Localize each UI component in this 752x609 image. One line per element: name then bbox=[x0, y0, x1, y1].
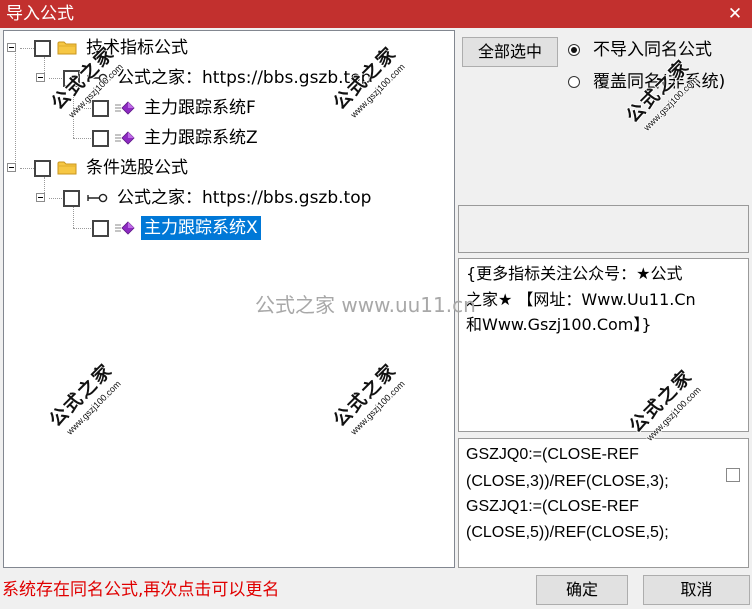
description-box[interactable]: {更多指标关注公众号：★公式 之家★ 【网址：Www.Uu11.Cn 和Www.… bbox=[458, 258, 749, 432]
tree-checkbox[interactable] bbox=[34, 160, 51, 177]
formula-tree[interactable]: 技术指标公式 公式之家：https://bbs.gszb.top 主力跟踪系统F bbox=[3, 30, 455, 568]
tree-checkbox[interactable] bbox=[92, 130, 109, 147]
close-icon[interactable]: ✕ bbox=[722, 2, 748, 26]
formula-icon bbox=[115, 131, 135, 145]
formula-code-box[interactable]: GSZJQ0:=(CLOSE-REF (CLOSE,3))/REF(CLOSE,… bbox=[458, 438, 749, 568]
code-line: (CLOSE,5))/REF(CLOSE,5); bbox=[466, 524, 669, 541]
radio-label[interactable]: 覆盖同名(非系统) bbox=[593, 71, 725, 93]
folder-icon bbox=[57, 41, 77, 55]
info-box bbox=[458, 205, 749, 253]
tree-node-label: 主力跟踪系统X bbox=[141, 216, 261, 240]
code-line: (CLOSE,3))/REF(CLOSE,3); bbox=[466, 473, 669, 490]
code-line: GSZJQ1:=(CLOSE-REF bbox=[466, 498, 639, 515]
tree-node-source[interactable]: 公式之家：https://bbs.gszb.top bbox=[4, 66, 450, 90]
description-line: 和Www.Gszj100.Com】} bbox=[466, 315, 652, 334]
code-line: GSZJQ0:=(CLOSE-REF bbox=[466, 446, 639, 463]
tree-node-formula[interactable]: 主力跟踪系统Z bbox=[4, 126, 450, 150]
tree-node-formula[interactable]: 主力跟踪系统X bbox=[4, 216, 450, 240]
radio-label[interactable]: 不导入同名公式 bbox=[593, 39, 712, 61]
tree-node-label: 主力跟踪系统Z bbox=[144, 128, 258, 148]
formula-icon bbox=[115, 221, 135, 235]
status-message: 系统存在同名公式,再次点击可以更名 bbox=[2, 580, 280, 600]
tree-node-label: 技术指标公式 bbox=[86, 38, 188, 58]
cancel-button[interactable]: 取消 bbox=[643, 575, 750, 605]
tree-node-label: 公式之家：https://bbs.gszb.top bbox=[117, 188, 372, 208]
tree-checkbox[interactable] bbox=[34, 40, 51, 57]
key-icon bbox=[87, 73, 108, 83]
formula-icon bbox=[115, 101, 135, 115]
select-all-button[interactable]: 全部选中 bbox=[462, 37, 558, 67]
tree-checkbox[interactable] bbox=[92, 220, 109, 237]
collapse-icon[interactable] bbox=[36, 193, 45, 202]
collapse-icon[interactable] bbox=[7, 163, 16, 172]
tree-node-formula[interactable]: 主力跟踪系统F bbox=[4, 96, 450, 120]
watermark-stamp: 公式之家 www.gszj100.com bbox=[617, 50, 713, 146]
tree-checkbox[interactable] bbox=[63, 190, 80, 207]
tree-node-label: 条件选股公式 bbox=[86, 158, 188, 178]
tree-node-label: 公式之家：https://bbs.gszb.top bbox=[117, 68, 372, 88]
tree-node-technical-indicators[interactable]: 技术指标公式 bbox=[4, 36, 450, 60]
description-line: {更多指标关注公众号：★公式 bbox=[466, 264, 683, 283]
import-formula-dialog: 导入公式 ✕ 技术指标公式 公式之家：https://bbs.gszb.top … bbox=[0, 0, 752, 609]
tree-node-source[interactable]: 公式之家：https://bbs.gszb.top bbox=[4, 186, 450, 210]
collapse-icon[interactable] bbox=[7, 43, 16, 52]
title-bar: 导入公式 ✕ bbox=[0, 0, 752, 28]
ok-button[interactable]: 确定 bbox=[536, 575, 628, 605]
key-icon bbox=[87, 193, 108, 203]
collapse-icon[interactable] bbox=[36, 73, 45, 82]
tree-checkbox[interactable] bbox=[92, 100, 109, 117]
description-line: 之家★ 【网址：Www.Uu11.Cn bbox=[466, 290, 696, 309]
code-checkbox[interactable] bbox=[726, 468, 740, 482]
radio-overwrite-duplicates[interactable] bbox=[568, 76, 580, 88]
tree-checkbox[interactable] bbox=[63, 70, 80, 87]
radio-skip-duplicates[interactable] bbox=[568, 44, 580, 56]
window-title: 导入公式 bbox=[6, 4, 74, 24]
tree-node-label: 主力跟踪系统F bbox=[144, 98, 256, 118]
tree-node-stock-selection[interactable]: 条件选股公式 bbox=[4, 156, 450, 180]
folder-icon bbox=[57, 161, 77, 175]
